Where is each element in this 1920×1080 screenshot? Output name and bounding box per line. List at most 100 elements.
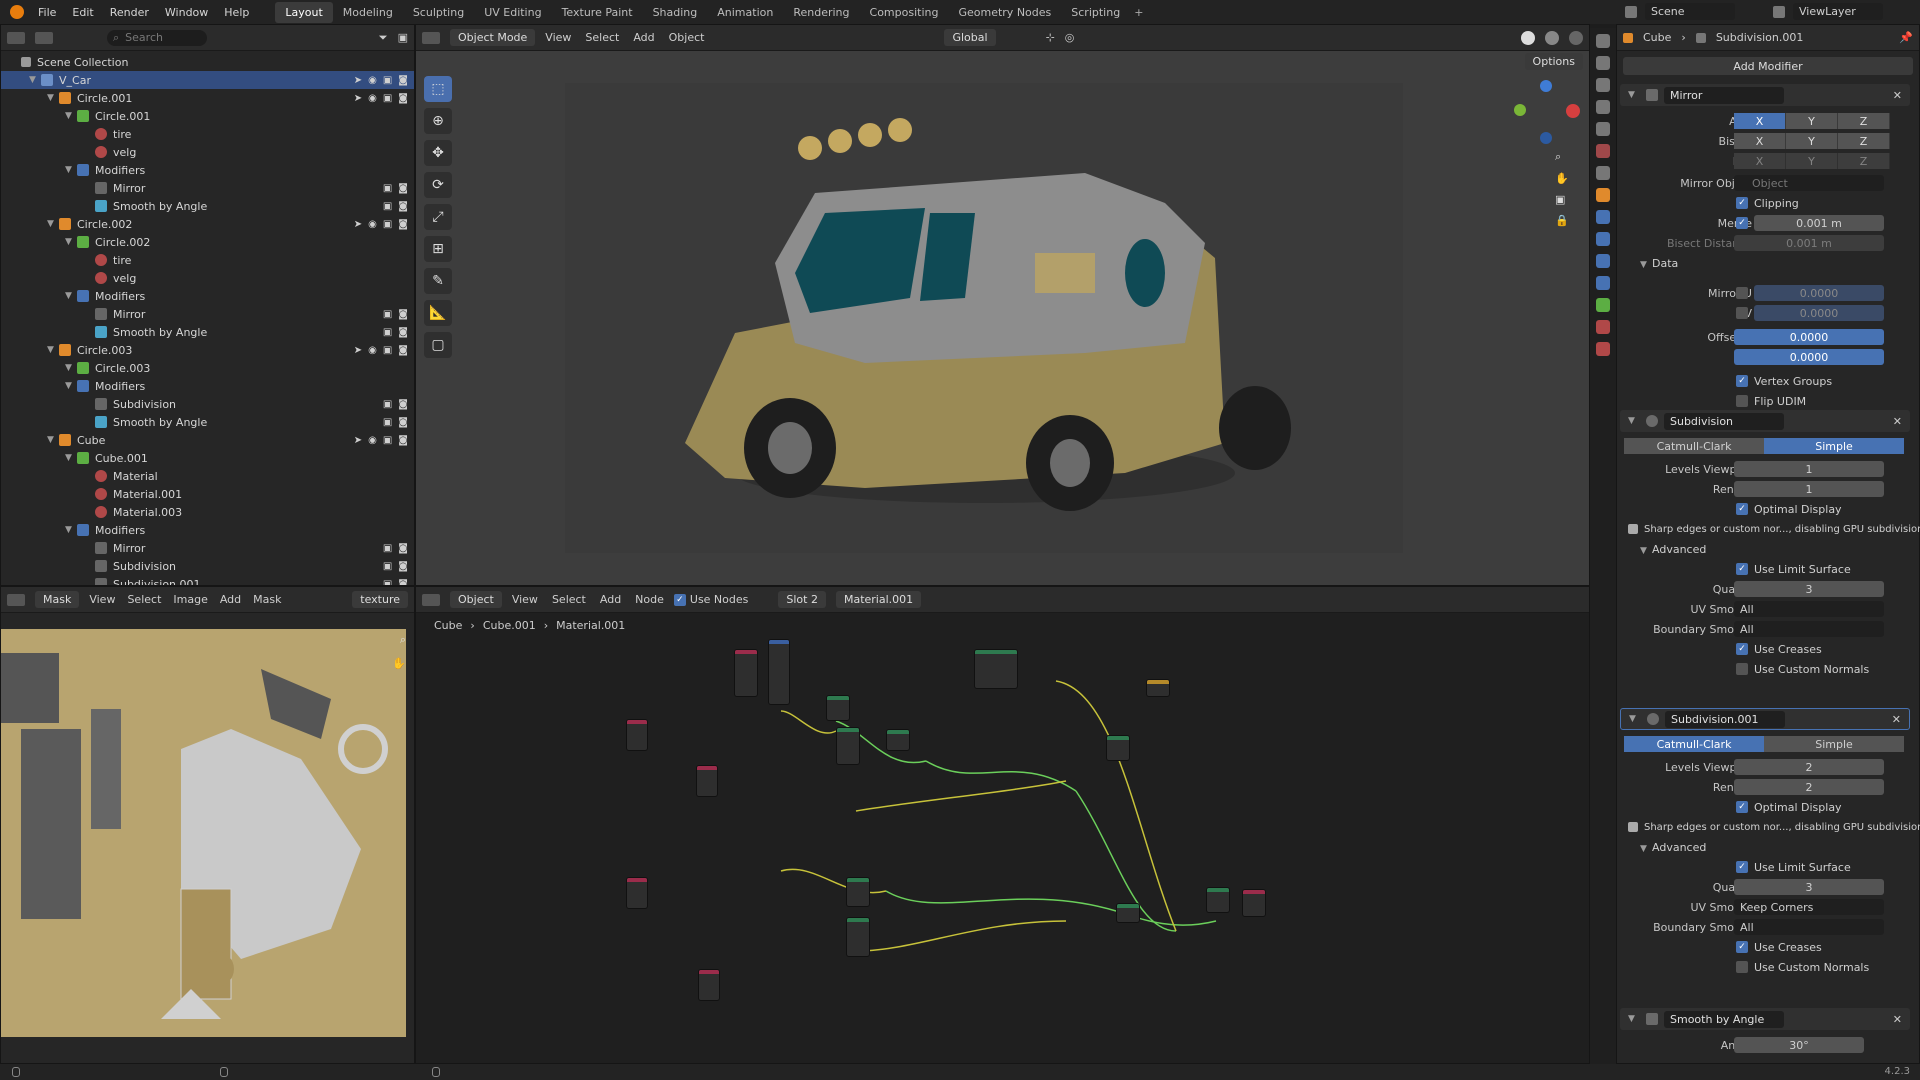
menu-view[interactable]: View	[512, 593, 538, 606]
monitor-icon[interactable]: ▣	[383, 93, 392, 104]
texture-tab-icon[interactable]	[1596, 342, 1610, 356]
mix-node[interactable]	[846, 917, 870, 957]
mix-node[interactable]	[836, 727, 860, 765]
chevron-down-icon[interactable]: ▼	[65, 111, 77, 121]
mix-node[interactable]	[1106, 735, 1130, 761]
uv-smooth-dropdown[interactable]: All	[1734, 601, 1884, 617]
checkmark-icon[interactable]: ✓	[1736, 197, 1748, 209]
scene-collection-row[interactable]: Scene Collection	[1, 53, 414, 71]
menu-mask[interactable]: Mask	[253, 593, 281, 606]
image-name-field[interactable]: texture	[352, 591, 408, 608]
merge-distance-field[interactable]: 0.001 m	[1754, 215, 1884, 231]
outliner-row[interactable]: ▼ Modifiers	[1, 287, 414, 305]
mode-dropdown[interactable]: Object Mode	[450, 29, 536, 46]
outliner-row[interactable]: Material	[1, 467, 414, 485]
tab-modeling[interactable]: Modeling	[333, 2, 403, 23]
menu-window[interactable]: Window	[157, 6, 216, 19]
close-icon[interactable]: ✕	[1892, 713, 1901, 726]
smooth-by-angle-name-field[interactable]: Smooth by Angle	[1664, 1010, 1784, 1028]
outliner-row[interactable]: Smooth by Angle ▣ ◙	[1, 197, 414, 215]
chevron-down-icon[interactable]: ▼	[65, 237, 77, 247]
outliner-row[interactable]: ▼ V_Car ➤ ◉ ▣ ◙	[1, 71, 414, 89]
material-output-node[interactable]	[1242, 889, 1266, 917]
outliner-row[interactable]: Mirror ▣ ◙	[1, 305, 414, 323]
monitor-icon[interactable]: ▣	[383, 309, 392, 320]
smooth-by-angle-modifier-header[interactable]: ▼ Smooth by Angle ✕	[1620, 1008, 1910, 1030]
menu-node[interactable]: Node	[635, 593, 664, 606]
menu-render[interactable]: Render	[102, 6, 157, 19]
menu-add[interactable]: Add	[633, 31, 654, 44]
outliner-row[interactable]: ▼ Circle.003 ➤ ◉ ▣ ◙	[1, 341, 414, 359]
mirror-modifier-header[interactable]: ▼ Mirror ✕	[1620, 84, 1910, 106]
render-levels-field[interactable]: 1	[1734, 481, 1884, 497]
menu-select[interactable]: Select	[127, 593, 161, 606]
render-levels-field[interactable]: 2	[1734, 779, 1884, 795]
boundary-smooth-dropdown[interactable]: All	[1734, 621, 1884, 637]
eye-icon[interactable]: ◉	[368, 75, 377, 86]
menu-select[interactable]: Select	[585, 31, 619, 44]
color-node[interactable]	[696, 765, 718, 797]
eye-icon[interactable]: ◉	[368, 345, 377, 356]
menu-image[interactable]: Image	[173, 593, 207, 606]
clipping-checkbox[interactable]: Clipping	[1754, 197, 1799, 210]
catmull-clark-toggle[interactable]: Catmull-Clark	[1624, 736, 1764, 752]
camera-icon[interactable]: ◙	[398, 399, 408, 410]
menu-view[interactable]: View	[545, 31, 571, 44]
outliner-row[interactable]: ▼ Modifiers	[1, 161, 414, 179]
z-axis-icon[interactable]	[1540, 80, 1552, 92]
add-modifier-button[interactable]: Add Modifier	[1623, 57, 1913, 75]
outliner-row[interactable]: ▼ Circle.001 ➤ ◉ ▣ ◙	[1, 89, 414, 107]
search-input[interactable]: ⌕ Search	[107, 29, 207, 46]
chevron-down-icon[interactable]: ▼	[29, 75, 41, 85]
mirror-v-checkbox[interactable]	[1736, 307, 1748, 319]
select-arrow-icon[interactable]: ➤	[354, 435, 362, 446]
mix-node[interactable]	[1116, 903, 1140, 923]
camera-icon[interactable]: ◙	[398, 309, 408, 320]
particles-tab-icon[interactable]	[1596, 232, 1610, 246]
constraints-tab-icon[interactable]	[1596, 276, 1610, 290]
mask-mode-dropdown[interactable]: Mask	[35, 591, 80, 608]
monitor-icon[interactable]: ▣	[383, 201, 392, 212]
outliner-row[interactable]: velg	[1, 143, 414, 161]
monitor-icon[interactable]: ▣	[383, 75, 392, 86]
math-node[interactable]	[768, 639, 790, 705]
offset-u-field[interactable]: 0.0000	[1734, 329, 1884, 345]
outliner-row[interactable]: ▼ Modifiers	[1, 377, 414, 395]
move-tool[interactable]: ✥	[424, 140, 452, 166]
shader-node[interactable]	[1146, 679, 1170, 697]
proportional-icon[interactable]: ◎	[1065, 31, 1075, 44]
chevron-down-icon[interactable]: ▼	[47, 345, 59, 355]
neg-z-axis-icon[interactable]	[1540, 132, 1552, 144]
subdivision001-name-field[interactable]: Subdivision.001	[1665, 710, 1785, 728]
menu-select[interactable]: Select	[552, 593, 586, 606]
outliner-row[interactable]: ▼ Circle.001	[1, 107, 414, 125]
mix-node[interactable]	[886, 729, 910, 751]
advanced-panel-toggle[interactable]: ▼ Advanced	[1640, 543, 1706, 556]
camera-icon[interactable]: ◙	[398, 579, 408, 586]
checkmark-icon[interactable]: ✓	[1736, 375, 1748, 387]
rotate-tool[interactable]: ⟳	[424, 172, 452, 198]
scene-tab-icon[interactable]	[1596, 122, 1610, 136]
boundary-smooth-dropdown[interactable]: All	[1734, 919, 1884, 935]
monitor-icon[interactable]: ▣	[383, 327, 392, 338]
tab-shading[interactable]: Shading	[643, 2, 708, 23]
physics-tab-icon[interactable]	[1596, 254, 1610, 268]
monitor-icon[interactable]: ▣	[383, 399, 392, 410]
mix-node[interactable]	[826, 695, 850, 721]
subdivision-name-field[interactable]: Subdivision	[1664, 412, 1784, 430]
outliner-row[interactable]: ▼ Cube.001	[1, 449, 414, 467]
camera-icon[interactable]: ◙	[398, 75, 408, 86]
scene-name[interactable]: Scene	[1645, 3, 1735, 20]
outliner-row[interactable]: ▼ Circle.003	[1, 359, 414, 377]
use-limit-surface-checkbox[interactable]: Use Limit Surface	[1754, 563, 1851, 576]
object-tab-icon[interactable]	[1596, 188, 1610, 202]
shader-type-dropdown[interactable]: Object	[450, 591, 502, 608]
new-collection-icon[interactable]: ▣	[398, 31, 408, 44]
view-layer-name[interactable]: ViewLayer	[1793, 3, 1883, 20]
x-axis-icon[interactable]	[1566, 104, 1580, 118]
advanced-panel-toggle[interactable]: ▼ Advanced	[1640, 841, 1706, 854]
outliner-row[interactable]: velg	[1, 269, 414, 287]
chevron-down-icon[interactable]: ▼	[1628, 1014, 1640, 1024]
camera-icon[interactable]: ◙	[398, 219, 408, 230]
flip-udim-checkbox[interactable]: Flip UDIM	[1754, 395, 1806, 408]
